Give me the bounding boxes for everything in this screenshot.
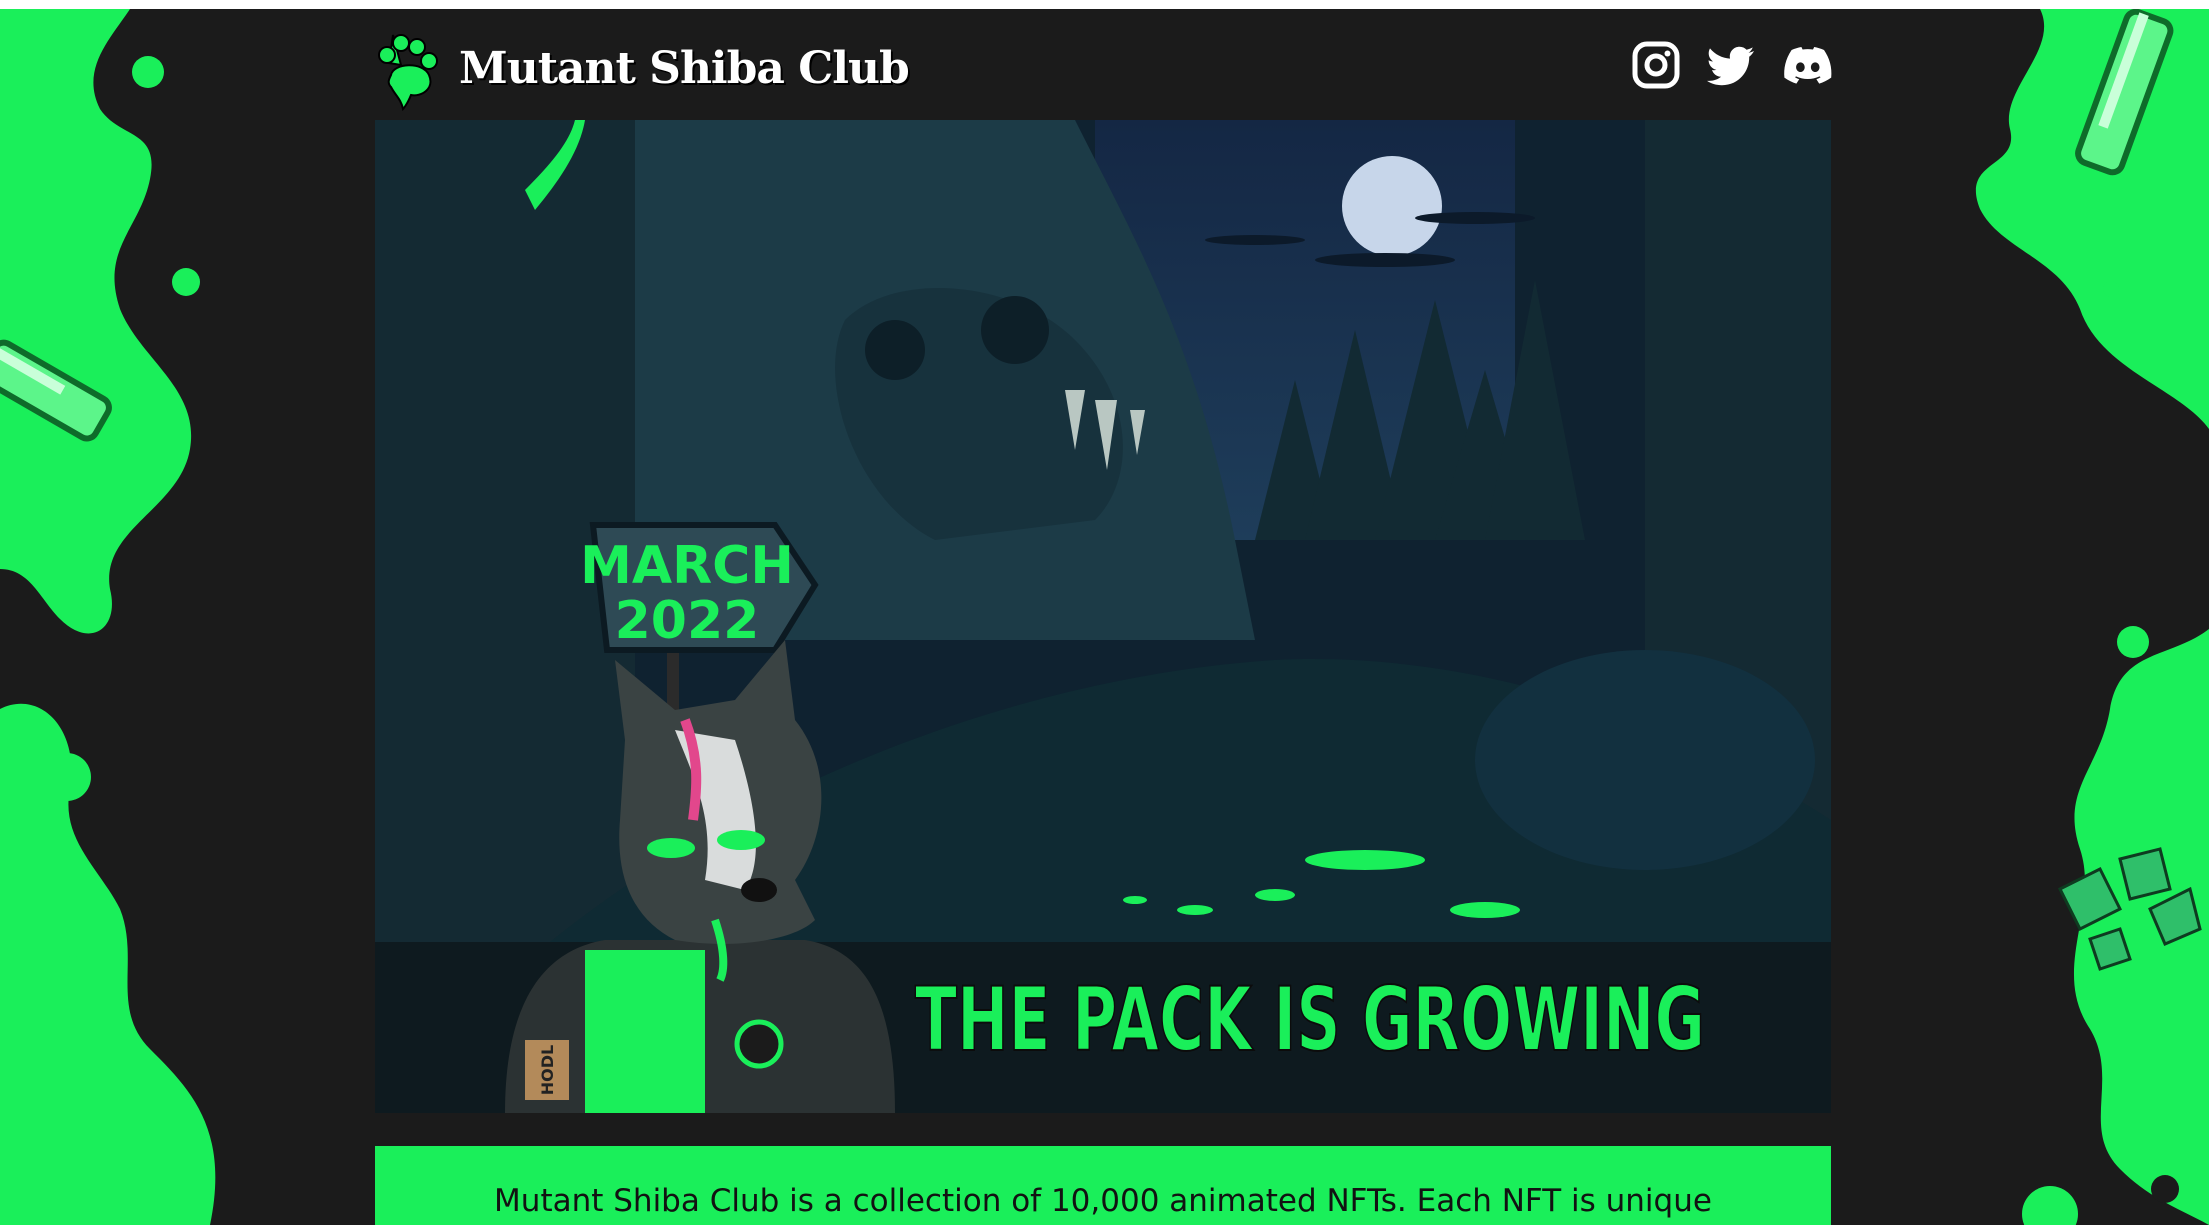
instagram-icon[interactable] xyxy=(1631,40,1681,90)
twitter-icon[interactable] xyxy=(1707,40,1757,90)
paw-icon xyxy=(378,34,438,111)
hero-headline: THE PACK IS GROWING xyxy=(915,968,1705,1071)
sign-month: MARCH xyxy=(580,536,794,596)
moon xyxy=(1342,156,1442,256)
social-links xyxy=(1631,40,1833,90)
hero-illustration: MARCH 2022 HODL THE PACK IS GROWING xyxy=(375,120,1831,1113)
top-border xyxy=(0,0,2209,9)
discord-icon[interactable] xyxy=(1783,40,1833,90)
sign-year: 2022 xyxy=(615,591,760,651)
patch-text: HODL xyxy=(538,1045,557,1095)
boulder xyxy=(1475,650,1815,870)
description-panel: Mutant Shiba Club is a collection of 10,… xyxy=(375,1146,1831,1225)
logo[interactable]: Mutant Shiba Club xyxy=(373,18,910,118)
site-header: Mutant Shiba Club xyxy=(373,18,1833,118)
site-title: Mutant Shiba Club xyxy=(459,42,910,94)
hero-banner: MARCH 2022 HODL THE PACK IS GROWING xyxy=(375,120,1831,1113)
description-text: Mutant Shiba Club is a collection of 10,… xyxy=(494,1183,1712,1219)
